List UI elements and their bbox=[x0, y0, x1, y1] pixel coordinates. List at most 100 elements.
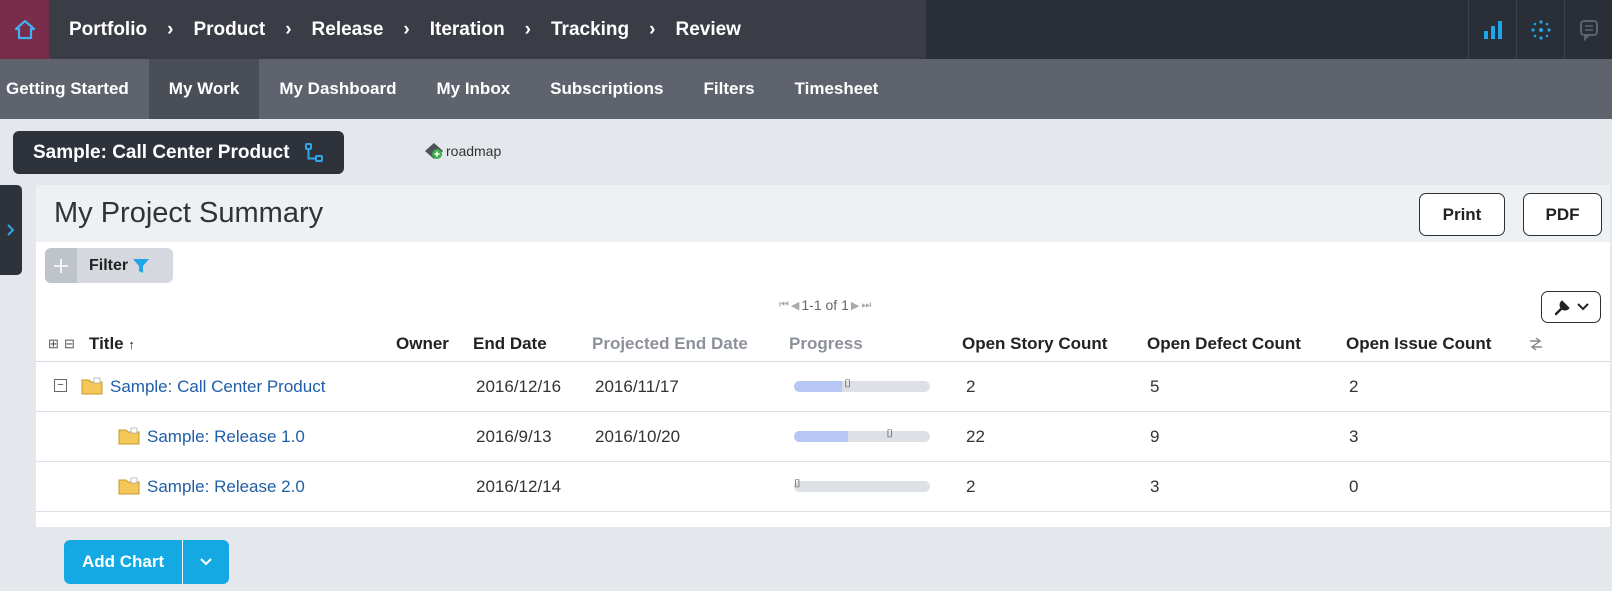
top-right-tools bbox=[1468, 0, 1612, 59]
table-row[interactable]: Sample: Release 1.0 2016/9/13 2016/10/20… bbox=[36, 412, 1610, 462]
row-open-issue-count: 3 bbox=[1349, 427, 1359, 446]
progress-marker-icon: ⌷ bbox=[844, 378, 851, 390]
home-icon bbox=[14, 19, 35, 39]
chevron-down-icon bbox=[200, 558, 212, 566]
breadcrumb-separator: › bbox=[524, 18, 531, 40]
column-progress[interactable]: Progress bbox=[789, 334, 863, 354]
column-chooser-icon[interactable] bbox=[1528, 337, 1544, 351]
roadmap-label: roadmap bbox=[446, 143, 502, 159]
tab-getting-started[interactable]: Getting Started bbox=[0, 59, 149, 119]
tab-timesheet[interactable]: Timesheet bbox=[775, 59, 899, 119]
tab-my-dashboard[interactable]: My Dashboard bbox=[259, 59, 416, 119]
row-title[interactable]: Sample: Release 1.0 bbox=[147, 427, 305, 447]
row-open-defect-count: 3 bbox=[1150, 477, 1160, 496]
breadcrumb-separator: › bbox=[649, 18, 656, 40]
bar-chart-icon bbox=[1483, 20, 1502, 39]
add-chart-dropdown[interactable] bbox=[182, 540, 229, 584]
tab-my-inbox[interactable]: My Inbox bbox=[416, 59, 530, 119]
row-open-defect-count: 9 bbox=[1150, 427, 1160, 446]
column-title[interactable]: Title ↑ bbox=[89, 334, 135, 354]
previous-page-icon[interactable]: ◀ bbox=[791, 299, 799, 312]
row-open-story-count: 22 bbox=[966, 427, 985, 446]
roadmap-icon bbox=[425, 143, 443, 159]
add-filter-button[interactable] bbox=[45, 248, 77, 283]
panel-title: My Project Summary bbox=[54, 197, 324, 229]
row-title[interactable]: Sample: Call Center Product bbox=[110, 377, 325, 397]
first-page-icon[interactable]: ⏮ bbox=[779, 299, 789, 312]
folder-icon bbox=[118, 477, 140, 495]
breadcrumb-tracking[interactable]: Tracking bbox=[551, 19, 629, 41]
breadcrumb-review[interactable]: Review bbox=[675, 19, 740, 41]
breadcrumb-portfolio[interactable]: Portfolio bbox=[69, 19, 147, 41]
wrench-icon bbox=[1554, 300, 1570, 316]
analytics-button[interactable] bbox=[1468, 0, 1516, 59]
progress-fill bbox=[794, 431, 849, 442]
progress-marker-icon: ⌷ bbox=[794, 478, 801, 490]
progress-marker-icon: ⌷ bbox=[886, 428, 894, 440]
breadcrumb-iteration[interactable]: Iteration bbox=[430, 19, 505, 41]
table-row[interactable]: − Sample: Call Center Product 2016/12/16… bbox=[36, 362, 1610, 412]
row-end-date: 2016/12/16 bbox=[476, 377, 562, 396]
project-context-selector[interactable]: Sample: Call Center Product bbox=[13, 131, 344, 174]
collapse-row-icon[interactable]: − bbox=[54, 379, 67, 392]
column-projected-end-date[interactable]: Projected End Date bbox=[592, 334, 748, 354]
breadcrumb-separator: › bbox=[285, 18, 292, 40]
row-title[interactable]: Sample: Release 2.0 bbox=[147, 477, 305, 497]
column-owner[interactable]: Owner bbox=[396, 334, 449, 354]
sort-ascending-icon: ↑ bbox=[128, 337, 135, 352]
table-row[interactable]: Sample: Release 2.0 2016/12/14 ⌷ 2 3 0 bbox=[36, 462, 1610, 512]
filter-label: Filter bbox=[89, 256, 129, 274]
top-navigation: Portfolio › Product › Release › Iteratio… bbox=[0, 0, 1612, 59]
grid-tools-button[interactable] bbox=[1541, 291, 1601, 323]
panel-header: My Project Summary Print PDF bbox=[36, 185, 1610, 242]
last-page-icon[interactable]: ⏭ bbox=[861, 299, 871, 312]
table-header: ⊞ ⊟ Title ↑ Owner End Date Projected End… bbox=[36, 325, 1610, 362]
page-range: 1-1 of 1 bbox=[801, 297, 849, 313]
row-open-defect-count: 5 bbox=[1150, 377, 1160, 396]
collapse-all-icon[interactable]: ⊟ bbox=[64, 336, 75, 352]
column-open-story-count[interactable]: Open Story Count bbox=[962, 334, 1107, 354]
folder-icon bbox=[81, 377, 103, 395]
chevron-down-icon bbox=[1577, 303, 1589, 311]
tab-my-work[interactable]: My Work bbox=[148, 59, 260, 119]
progress-fill bbox=[794, 381, 842, 392]
plus-icon bbox=[54, 258, 68, 273]
add-chart-button[interactable]: Add Chart bbox=[64, 540, 229, 584]
print-button[interactable]: Print bbox=[1419, 193, 1505, 236]
progress-bar bbox=[794, 381, 930, 392]
row-end-date: 2016/12/14 bbox=[476, 477, 562, 496]
row-projected-end-date: 2016/10/20 bbox=[595, 427, 681, 446]
folder-icon bbox=[118, 427, 140, 445]
column-open-defect-count[interactable]: Open Defect Count bbox=[1147, 334, 1301, 354]
sidebar-toggle[interactable] bbox=[0, 185, 22, 275]
context-title: Sample: Call Center Product bbox=[33, 141, 290, 163]
row-open-story-count: 2 bbox=[966, 477, 976, 496]
hierarchy-icon bbox=[304, 142, 323, 162]
tab-filters[interactable]: Filters bbox=[684, 59, 775, 119]
progress-bar bbox=[794, 431, 930, 442]
home-button[interactable] bbox=[0, 0, 49, 59]
breadcrumb-release[interactable]: Release bbox=[312, 19, 384, 41]
column-end-date[interactable]: End Date bbox=[473, 334, 547, 354]
row-end-date: 2016/9/13 bbox=[476, 427, 552, 446]
funnel-icon bbox=[133, 258, 150, 273]
row-open-story-count: 2 bbox=[966, 377, 976, 396]
filter-control[interactable]: Filter bbox=[45, 248, 173, 283]
progress-bar bbox=[794, 481, 930, 492]
row-open-issue-count: 0 bbox=[1349, 477, 1359, 496]
row-open-issue-count: 2 bbox=[1349, 377, 1359, 396]
project-summary-panel: My Project Summary Print PDF Filter ⏮ ◀ … bbox=[36, 185, 1610, 527]
network-button[interactable] bbox=[1516, 0, 1564, 59]
roadmap-link[interactable]: roadmap bbox=[424, 141, 501, 161]
breadcrumb-product[interactable]: Product bbox=[193, 19, 265, 41]
tab-subscriptions[interactable]: Subscriptions bbox=[530, 59, 683, 119]
comments-button[interactable] bbox=[1564, 0, 1612, 59]
pdf-button[interactable]: PDF bbox=[1523, 193, 1602, 236]
column-open-issue-count[interactable]: Open Issue Count bbox=[1346, 334, 1491, 354]
add-chart-label: Add Chart bbox=[82, 552, 165, 571]
pagination: ⏮ ◀ 1-1 of 1 ▶ ⏭ bbox=[779, 297, 871, 313]
breadcrumb: Portfolio › Product › Release › Iteratio… bbox=[49, 0, 926, 59]
next-page-icon[interactable]: ▶ bbox=[851, 299, 859, 312]
expand-all-icon[interactable]: ⊞ bbox=[48, 336, 59, 352]
chevron-right-icon bbox=[7, 224, 15, 236]
